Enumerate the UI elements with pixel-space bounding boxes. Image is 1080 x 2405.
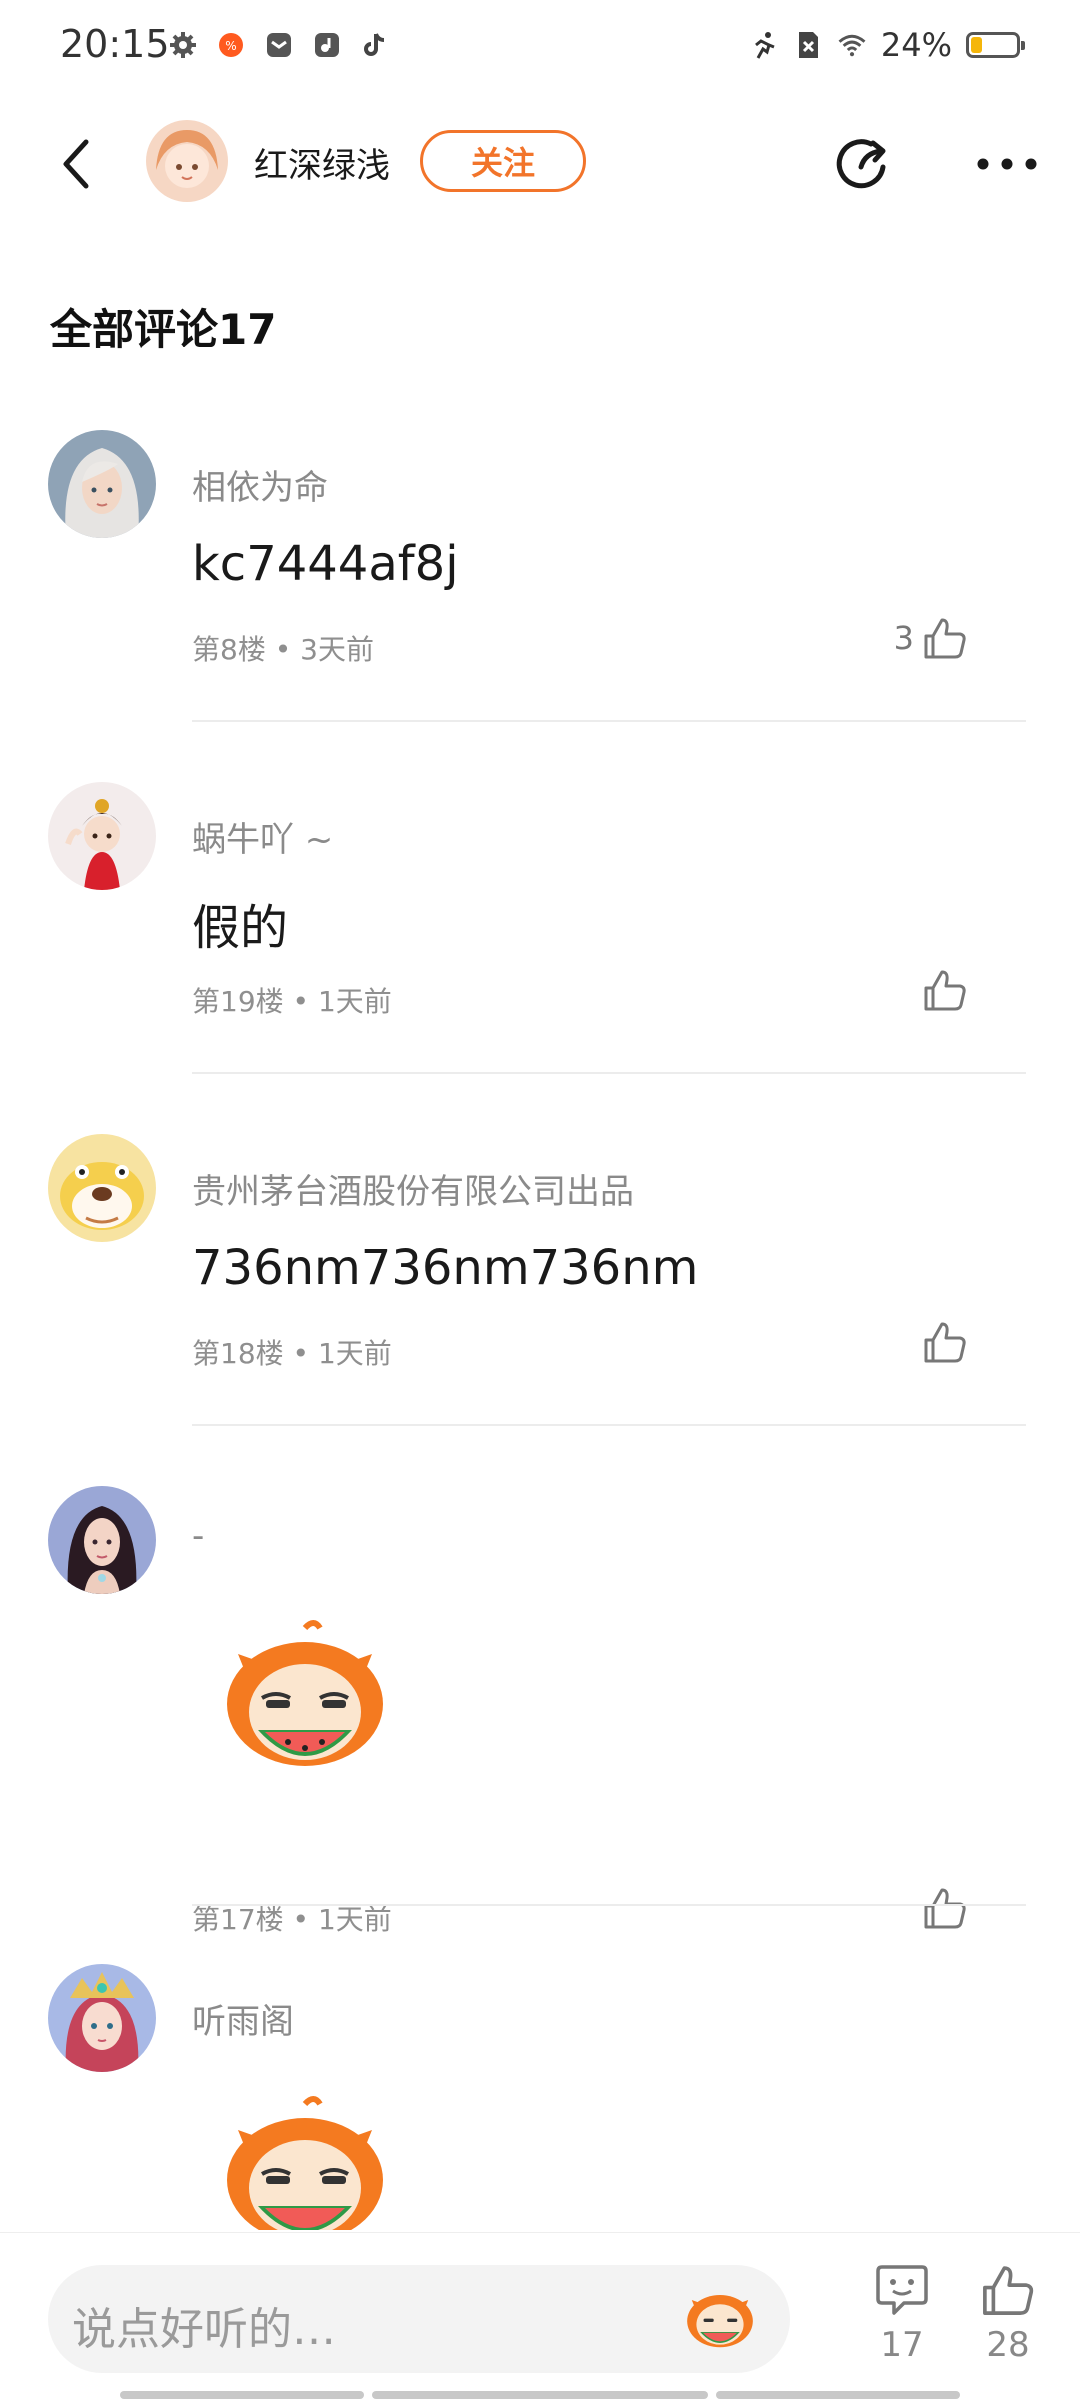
follow-button[interactable]: 关注 <box>420 130 586 192</box>
no-sim-icon <box>793 30 823 60</box>
notification-icons: % <box>168 30 390 60</box>
thumbs-up-icon <box>924 970 966 1011</box>
system-icons: 24% <box>749 26 1025 64</box>
like-count: 28 <box>986 2325 1030 2365</box>
comment-input-placeholder: 说点好听的… <box>72 2304 336 2355</box>
home-indicator-segment <box>716 2391 960 2399</box>
share-icon <box>836 139 886 189</box>
like-button[interactable]: 3 <box>894 616 968 660</box>
comment-divider <box>192 720 1026 722</box>
comment-meta: 第18楼 • 1天前 <box>192 1337 392 1370</box>
comment-meta: 第8楼 • 3天前 <box>192 633 374 666</box>
thumbs-up-icon <box>924 618 966 659</box>
comment-divider <box>192 1424 1026 1426</box>
like-button[interactable] <box>914 1320 968 1364</box>
mail-icon <box>264 30 294 60</box>
emoji-sticker-button[interactable] <box>680 2283 760 2355</box>
svg-text:%: % <box>225 39 236 53</box>
comment-text: 736nm736nm736nm <box>192 1240 699 1296</box>
comments-title: 全部评论17 <box>50 305 277 354</box>
wifi-icon <box>837 30 867 60</box>
comment-icon <box>876 2265 928 2315</box>
comment-count: 17 <box>880 2325 924 2365</box>
author-avatar[interactable] <box>146 120 228 202</box>
thumbs-up-icon <box>924 1322 966 1363</box>
commenter-avatar[interactable] <box>48 1964 156 2072</box>
battery-icon <box>966 32 1025 58</box>
settings-icon <box>168 30 198 60</box>
status-bar: 20:15 % 24% <box>0 0 1080 96</box>
chevron-left-icon <box>63 139 89 189</box>
sticker-image[interactable] <box>210 2090 400 2230</box>
thumbs-up-icon <box>924 1888 966 1929</box>
home-indicator-segment <box>120 2391 364 2399</box>
comment-divider <box>192 1072 1026 1074</box>
more-icon <box>977 158 1037 170</box>
commenter-name[interactable]: - <box>192 1516 204 1556</box>
thumbs-up-icon <box>983 2266 1034 2315</box>
comments-button[interactable]: 17 <box>862 2263 942 2365</box>
commenter-name[interactable]: 贵州茅台酒股份有限公司出品 <box>192 1164 634 1213</box>
status-time: 20:15 <box>60 22 170 66</box>
post-header: 红深绿浅 关注 <box>0 100 1080 230</box>
commenter-avatar[interactable] <box>48 1486 156 1594</box>
taobao-icon: % <box>216 30 246 60</box>
tiktok-icon <box>360 30 390 60</box>
music-app-icon <box>312 30 342 60</box>
commenter-avatar[interactable] <box>48 430 156 538</box>
home-indicator-segment <box>372 2391 708 2399</box>
commenter-name[interactable]: 蜗牛吖 ~ <box>192 812 333 861</box>
commenter-name[interactable]: 相依为命 <box>192 460 328 509</box>
sticker-image[interactable] <box>210 1614 400 1784</box>
author-name[interactable]: 红深绿浅 <box>254 138 390 187</box>
running-icon <box>749 30 779 60</box>
bottom-action-bar: 说点好听的… 17 28 <box>0 2232 1080 2405</box>
back-button[interactable] <box>44 132 108 196</box>
battery-level <box>971 37 982 53</box>
more-options-button[interactable] <box>972 130 1042 198</box>
comment-text: 假的 <box>192 900 289 956</box>
commenter-avatar[interactable] <box>48 1134 156 1242</box>
like-count: 3 <box>893 619 914 657</box>
battery-percent: 24% <box>880 26 952 64</box>
post-like-button[interactable]: 28 <box>968 2263 1048 2365</box>
like-button[interactable] <box>914 1886 968 1930</box>
like-button[interactable] <box>914 968 968 1012</box>
comment-input[interactable]: 说点好听的… <box>48 2265 790 2373</box>
comment-meta: 第19楼 • 1天前 <box>192 985 392 1018</box>
share-button[interactable] <box>828 130 896 198</box>
commenter-avatar[interactable] <box>48 782 156 890</box>
comment-divider <box>192 1904 1026 1906</box>
comment-text: kc7444af8j <box>192 536 459 592</box>
commenter-name[interactable]: 听雨阁 <box>192 1994 294 2043</box>
